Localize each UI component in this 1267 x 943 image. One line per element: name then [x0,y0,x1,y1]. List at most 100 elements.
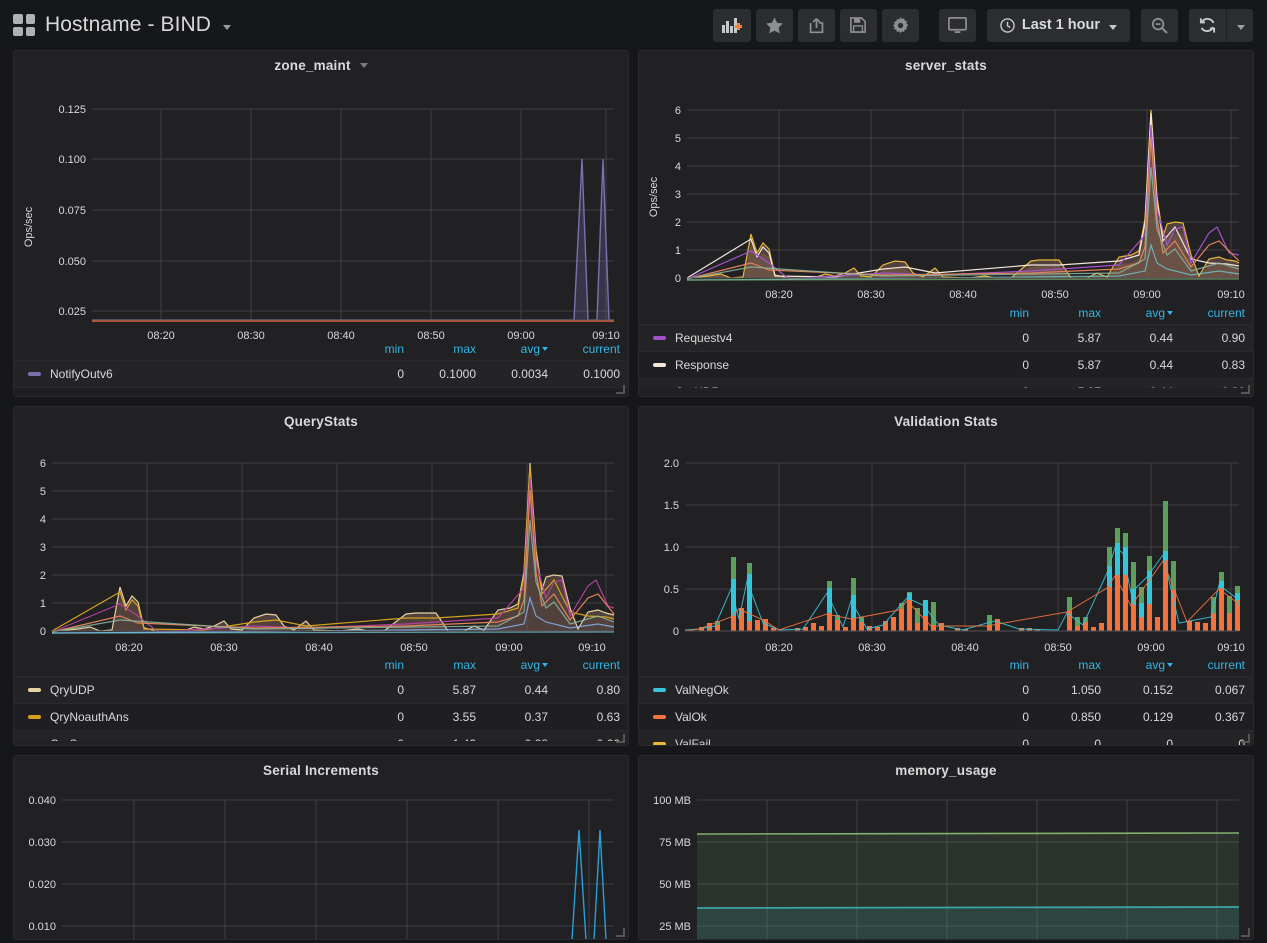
legend-value-min: 0 [340,360,412,388]
panel-header-server-stats[interactable]: server_stats [639,51,1253,77]
legend-header-row: min max avg current [639,655,1253,677]
dashboard-grid: zone_maint Ops/sec 0.125 0.100 0.075 0.0… [0,50,1267,940]
panel-header-validation-stats[interactable]: Validation Stats [639,407,1253,433]
legend-series-name[interactable]: QryNoauthAns [14,703,340,731]
legend-value-max: 0.1000 [412,387,484,396]
graph-memory-usage[interactable]: 100 MB 75 MB 50 MB 25 MB [639,782,1253,939]
svg-text:08:20: 08:20 [765,642,793,654]
sort-desc-icon [542,347,548,351]
legend-col-max[interactable]: max [412,655,484,677]
svg-text:08:50: 08:50 [1044,642,1072,654]
legend-series-name[interactable]: ValFail [639,730,965,745]
legend-value-max: 5.87 [1037,351,1109,379]
svg-text:08:40: 08:40 [949,289,977,301]
legend-col-current[interactable]: current [556,655,628,677]
legend-series-name[interactable]: QrySuccess [14,730,340,741]
top-navbar: Hostname - BIND Last 1 hour [0,0,1267,50]
graph-serial-increments[interactable]: 0.040 0.030 0.020 0.010 [14,782,628,939]
legend-col-min[interactable]: min [965,655,1037,677]
settings-button[interactable] [881,8,919,42]
panel-header-serial-increments[interactable]: Serial Increments [14,756,628,782]
legend-row: Response 0 5.87 0.44 0.83 [639,351,1253,379]
legend-zone-maint[interactable]: min max avg current NotifyOutv6 0 0.1000… [14,339,628,396]
legend-col-avg[interactable]: avg [1109,655,1181,677]
share-button[interactable] [797,8,835,42]
legend-series-name[interactable]: Requestv4 [639,324,965,352]
legend-col-max[interactable]: max [1037,303,1109,325]
legend-col-min[interactable]: min [965,303,1037,325]
svg-text:08:50: 08:50 [1041,289,1069,301]
panel-memory-usage[interactable]: memory_usage 100 MB 75 MB 50 MB 25 MB [638,755,1254,940]
legend-series-name[interactable]: Response [639,351,965,379]
legend-querystats[interactable]: min max avg current QryUDP 0 5.87 0.44 0… [14,655,628,741]
panel-zone-maint[interactable]: zone_maint Ops/sec 0.125 0.100 0.075 0.0… [13,50,629,397]
panel-header-querystats[interactable]: QueryStats [14,407,628,433]
legend-col-max[interactable]: max [1037,655,1109,677]
legend-value-max: 3.55 [412,703,484,731]
legend-series-name[interactable]: QryUDP [639,378,965,388]
refresh-button[interactable] [1189,8,1226,42]
legend-row: ValFail 0 0 0 0 [639,730,1253,745]
panel-serial-increments[interactable]: Serial Increments 0.040 0.030 0.020 0.01… [13,755,629,940]
graph-validation-stats[interactable]: 2.0 1.5 1.0 0.5 0 08:20 08:30 08:40 08:5… [639,433,1253,655]
legend-value-max: 0.850 [1037,703,1109,731]
memory-inuse-area [697,907,1239,939]
legend-series-name[interactable]: NotifyOutv6 [14,360,340,388]
save-button[interactable] [839,8,877,42]
time-range-picker[interactable]: Last 1 hour [986,8,1130,42]
legend-value-avg: 0 [1109,730,1181,745]
legend-series-name[interactable]: QryUDP [14,676,340,704]
legend-value-min: 0 [965,676,1037,704]
chevron-down-icon[interactable] [223,24,232,30]
panel-server-stats[interactable]: server_stats Ops/sec 6 5 4 3 2 1 0 08:20… [638,50,1254,397]
svg-text:08:20: 08:20 [115,642,143,654]
legend-col-current[interactable]: current [1181,655,1253,677]
chevron-down-icon[interactable] [359,63,368,68]
legend-col-max[interactable]: max [412,339,484,361]
panel-validation-stats[interactable]: Validation Stats 2.0 1.5 1.0 0.5 0 08:20… [638,406,1254,746]
legend-col-min[interactable]: min [340,655,412,677]
legend-value-max: 0 [1037,730,1109,745]
navbar-left: Hostname - BIND [13,13,232,37]
legend-value-avg: 0.44 [1109,351,1181,379]
panel-header-memory-usage[interactable]: memory_usage [639,756,1253,782]
legend-series-name[interactable]: NotifyOutv4 [14,387,340,396]
legend-col-avg[interactable]: avg [484,339,556,361]
graph-querystats[interactable]: 6 5 4 3 2 1 0 08:20 08:30 08:40 08:50 09… [14,433,628,655]
legend-col-current[interactable]: current [556,339,628,361]
zoom-out-button[interactable] [1141,8,1178,42]
legend-col-avg[interactable]: avg [1109,303,1181,325]
legend-col-avg[interactable]: avg [484,655,556,677]
star-button[interactable] [755,8,793,42]
add-panel-button[interactable] [712,8,751,42]
refresh-interval-dropdown[interactable] [1226,8,1253,42]
legend-value-current: 0.63 [556,703,628,731]
refresh-icon [1199,17,1216,33]
legend-validation-stats[interactable]: min max avg current ValNegOk 0 1.050 0.1… [639,655,1253,745]
dashboard-grid-icon[interactable] [13,14,35,36]
legend-value-current: 0.60 [556,730,628,741]
legend-col-current[interactable]: current [1181,303,1253,325]
legend-series-name[interactable]: ValOk [639,703,965,731]
kiosk-button[interactable] [938,8,976,42]
page-title[interactable]: Hostname - BIND [45,13,211,37]
legend-header-row: min max avg current [639,303,1253,325]
legend-col-min[interactable]: min [340,339,412,361]
legend-series-name[interactable]: ValNegOk [639,676,965,704]
graph-server-stats[interactable]: Ops/sec 6 5 4 3 2 1 0 08:20 08:30 08:40 … [639,77,1253,303]
legend-value-max: 0.1000 [412,360,484,388]
svg-text:09:00: 09:00 [507,330,535,339]
svg-text:1: 1 [675,245,681,257]
svg-text:08:40: 08:40 [305,642,333,654]
graph-zone-maint[interactable]: Ops/sec 0.125 0.100 0.075 0.050 0.025 08… [14,77,628,339]
legend-value-avg: 0.0034 [484,360,556,388]
series-color-swatch [28,372,41,376]
panel-header-zone-maint[interactable]: zone_maint [14,51,628,77]
svg-text:0.5: 0.5 [664,584,679,596]
svg-text:0.125: 0.125 [58,104,86,116]
navbar-right: Last 1 hour [712,8,1253,42]
svg-text:6: 6 [675,105,681,117]
legend-server-stats[interactable]: min max avg current Requestv4 0 5.87 0.4… [639,303,1253,388]
svg-text:6: 6 [40,458,46,470]
panel-querystats[interactable]: QueryStats 6 5 4 3 2 1 0 08:20 08:30 08:… [13,406,629,746]
